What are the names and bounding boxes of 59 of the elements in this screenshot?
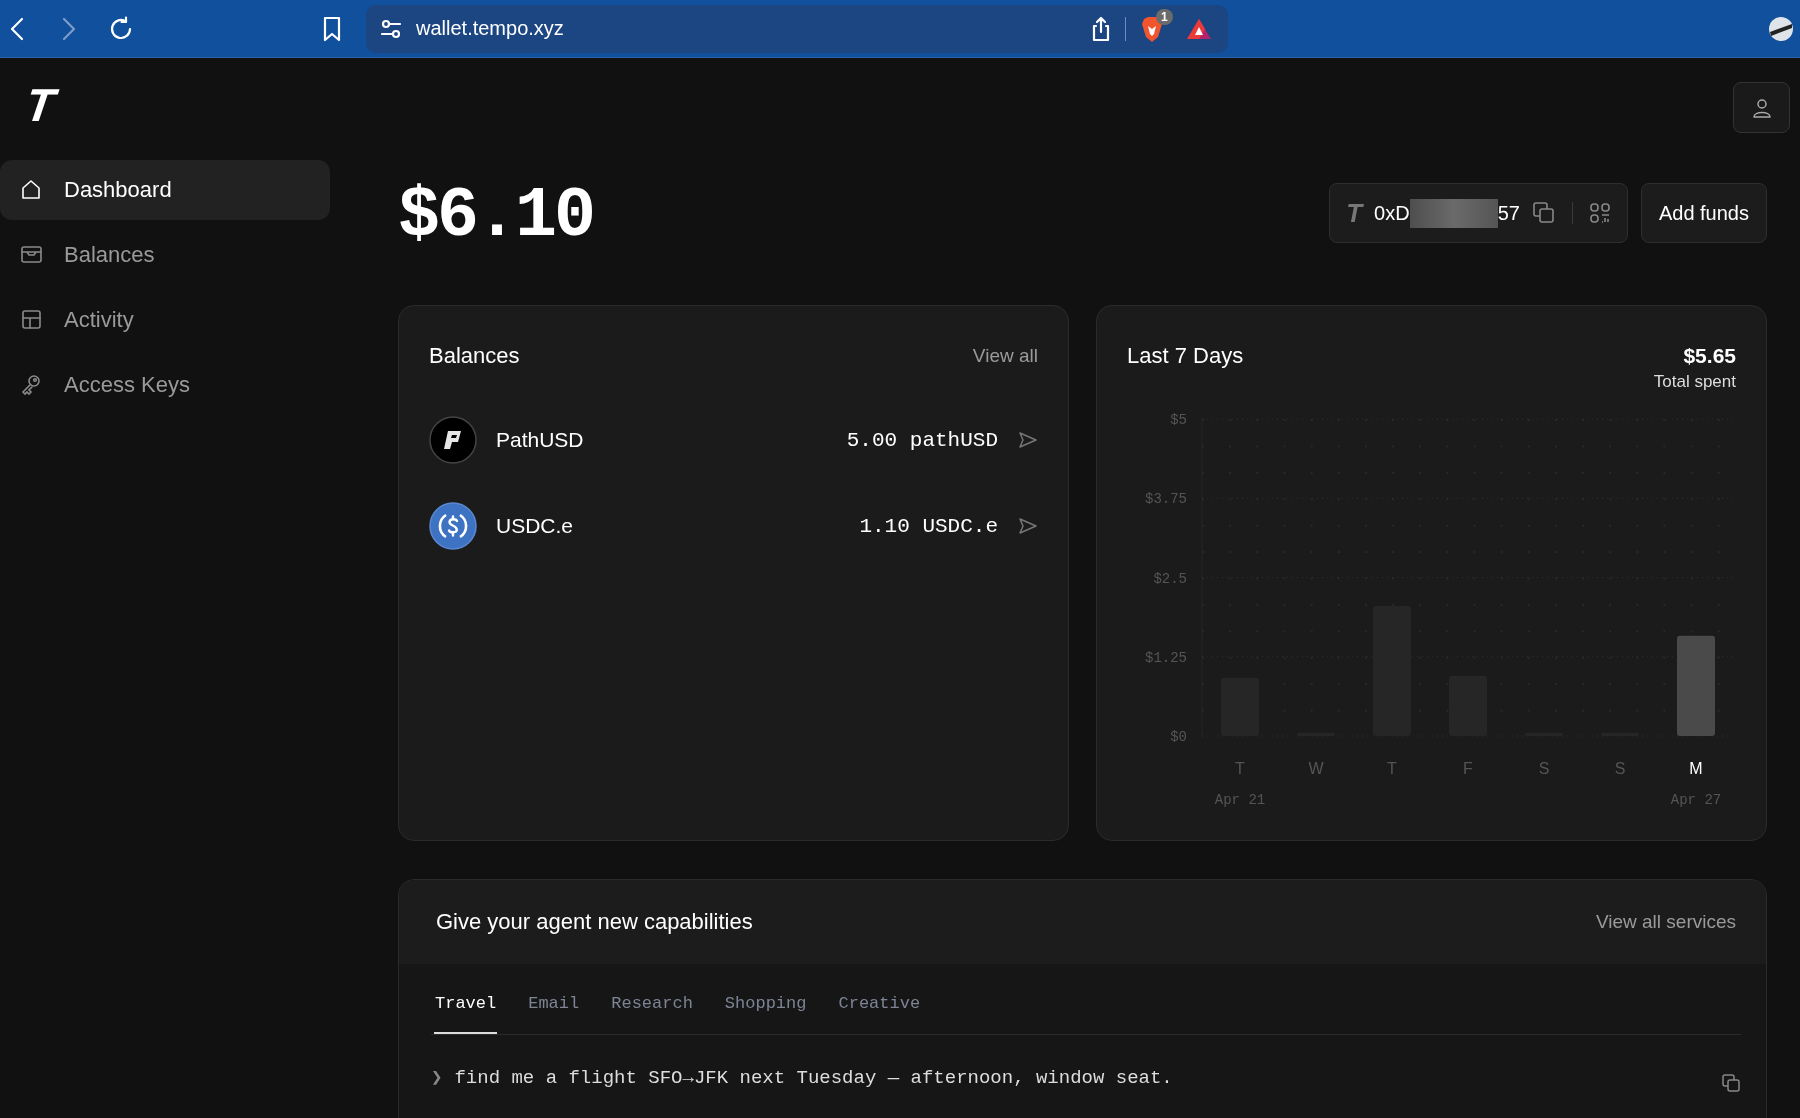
total-balance: $6.10	[398, 176, 594, 258]
tune-icon[interactable]	[380, 18, 402, 39]
qr-code-icon[interactable]	[1588, 202, 1611, 224]
user-icon	[1750, 96, 1773, 119]
total-label: Total spent	[1653, 371, 1736, 393]
tab[interactable]: Creative	[837, 964, 922, 1034]
coin-icon	[429, 416, 477, 464]
copy-icon[interactable]	[1531, 201, 1556, 225]
prompt-marker: ❯	[431, 1066, 443, 1090]
dollar-coin-icon	[429, 502, 477, 550]
tab[interactable]: Research	[610, 964, 694, 1034]
date-label: Apr 21	[1214, 792, 1266, 808]
tab[interactable]: Travel	[434, 964, 498, 1034]
address-text: 57	[1497, 201, 1520, 225]
section-title: Give your agent new capabilities	[436, 909, 753, 935]
bookmark-icon[interactable]	[322, 15, 342, 42]
share-icon[interactable]	[1091, 15, 1111, 42]
account-button[interactable]	[1733, 82, 1790, 133]
day-label: S	[1614, 760, 1626, 777]
view-all-services-link[interactable]: View all services	[1595, 911, 1736, 933]
day-label: S	[1538, 760, 1550, 777]
address-bar[interactable]: wallet.tempo.xyz 1	[366, 4, 1228, 53]
notification-badge: 1	[1156, 8, 1173, 25]
token-amount: 5.00 pathUSD	[846, 428, 998, 452]
card-title: Last 7 Days	[1127, 342, 1244, 370]
axis-label: $1.25	[1145, 649, 1187, 666]
token-amount: 1.10 USDC.e	[859, 514, 998, 538]
axis-label: $5	[1170, 412, 1187, 428]
address-text: 0xD	[1374, 201, 1410, 225]
sidebar-item[interactable]: Access Keys	[0, 355, 330, 415]
logo: T	[1346, 197, 1363, 229]
prompt-text: find me a flight SFO→JFK next Tuesday — afternoon, window seat.	[454, 1066, 1173, 1090]
send-icon[interactable]	[1018, 516, 1038, 536]
tab[interactable]: Email	[527, 964, 581, 1034]
day-label: T	[1387, 760, 1397, 777]
profile-avatar-icon[interactable]	[1768, 15, 1794, 42]
url-text: wallet.tempo.xyz	[416, 17, 564, 40]
add-funds-button[interactable]: Add funds	[1640, 183, 1767, 243]
day-label: F	[1463, 760, 1473, 777]
day-label: M	[1689, 760, 1703, 777]
token-name: PathUSD	[496, 428, 585, 452]
day-label: W	[1308, 760, 1324, 777]
axis-label: $0	[1170, 729, 1187, 745]
sidebar-item[interactable]: Balances	[0, 225, 330, 285]
table-icon	[20, 308, 44, 332]
tab[interactable]: Shopping	[723, 964, 808, 1034]
axis-label: $3.75	[1145, 491, 1187, 508]
day-label: T	[1235, 760, 1245, 777]
axis-label: $2.5	[1153, 570, 1187, 587]
card-title: Balances	[429, 342, 520, 370]
total-amount: $5.65	[1682, 343, 1736, 369]
send-icon[interactable]	[1018, 430, 1038, 450]
sidebar-item[interactable]: Dashboard	[0, 160, 330, 220]
view-all-link[interactable]: View all	[972, 342, 1038, 370]
copy-icon[interactable]	[1721, 1073, 1741, 1093]
reload-icon[interactable]	[108, 15, 134, 42]
sidebar-item[interactable]: Activity	[0, 290, 330, 350]
token-name: USDC.e	[496, 514, 575, 538]
date-label: Apr 27	[1670, 792, 1722, 808]
